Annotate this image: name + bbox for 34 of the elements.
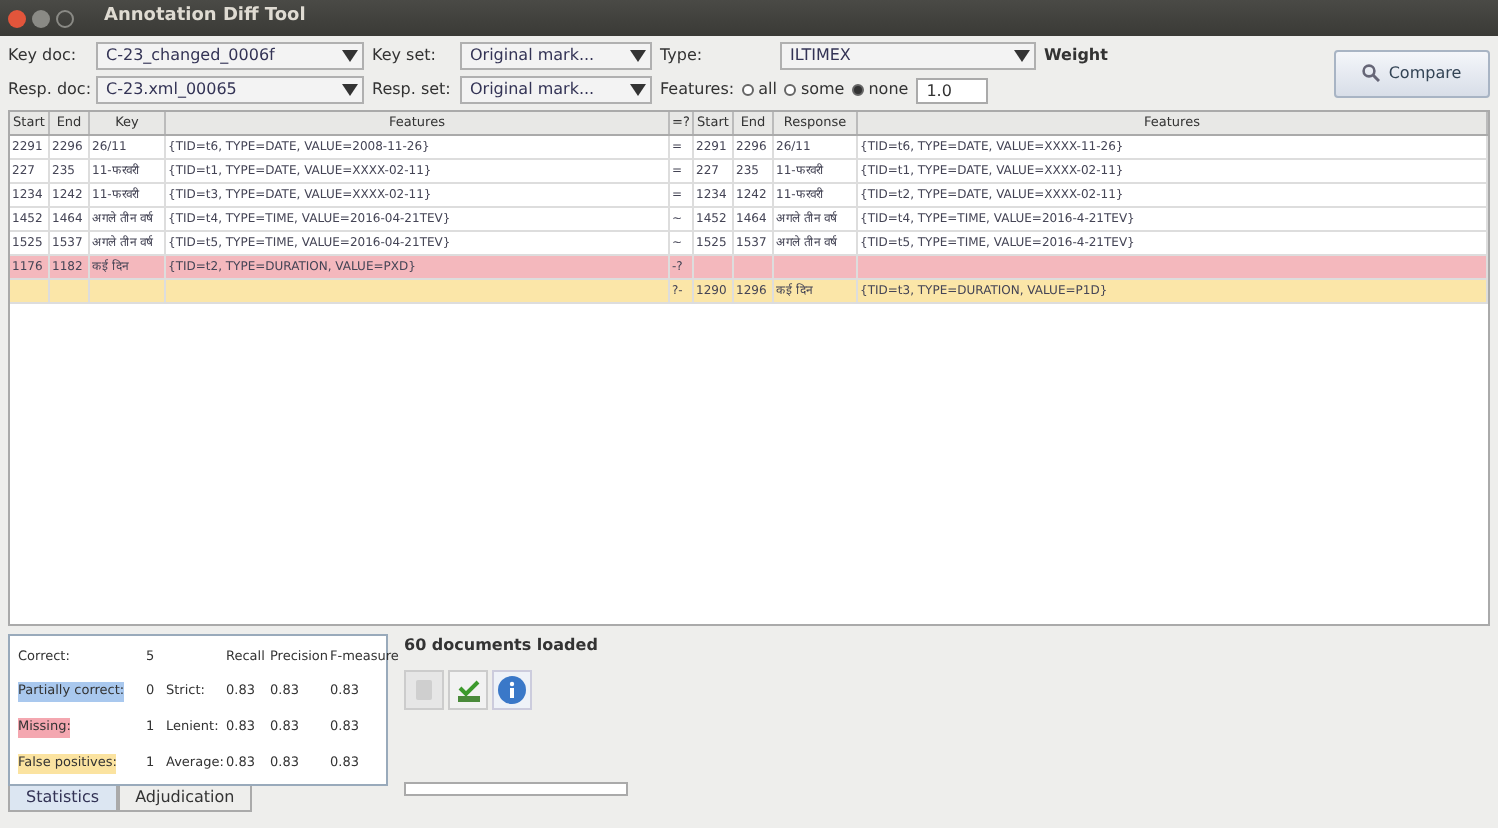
close-icon[interactable] [8, 9, 26, 27]
maximize-icon[interactable] [56, 9, 74, 27]
label: Resp. set: [372, 78, 452, 102]
feature-radio[interactable]: all [742, 78, 777, 102]
status-text: 60 documents loaded [404, 634, 600, 658]
check-icon [457, 679, 479, 701]
info-button[interactable] [492, 670, 532, 710]
caret-icon [630, 50, 646, 62]
label: Features: [660, 78, 735, 102]
weight-field[interactable]: 1.0 [916, 77, 989, 103]
window-title: Annotation Diff Tool [104, 4, 306, 31]
caret-icon [1014, 50, 1030, 62]
tab[interactable]: Statistics [8, 786, 118, 812]
tab[interactable]: Adjudication [117, 786, 253, 812]
label: Key doc: [8, 44, 79, 68]
info-icon [498, 676, 526, 704]
label: Resp. doc: [8, 78, 88, 102]
label: Key set: [372, 44, 438, 68]
check-button[interactable] [448, 670, 488, 710]
type-dropdown[interactable]: ILTIMEX [780, 42, 1036, 70]
minimize-icon[interactable] [32, 9, 50, 27]
caret-icon [630, 84, 646, 96]
compare-button[interactable]: Compare [1334, 49, 1490, 97]
caret-icon [342, 50, 358, 62]
key-doc-dropdown[interactable]: C-23_changed_0006f [96, 42, 364, 70]
caret-icon [342, 84, 358, 96]
resp-set-dropdown[interactable]: Original mark... [460, 76, 652, 104]
key-set-dropdown[interactable]: Original mark... [460, 42, 652, 70]
label: Type: [660, 44, 705, 68]
search-icon [1362, 64, 1381, 82]
feature-radio[interactable]: none [852, 78, 909, 102]
label: Weight [1044, 44, 1108, 68]
feature-radio[interactable]: some [784, 78, 845, 102]
resp-doc-dropdown[interactable]: C-23.xml_00065 [96, 76, 364, 104]
